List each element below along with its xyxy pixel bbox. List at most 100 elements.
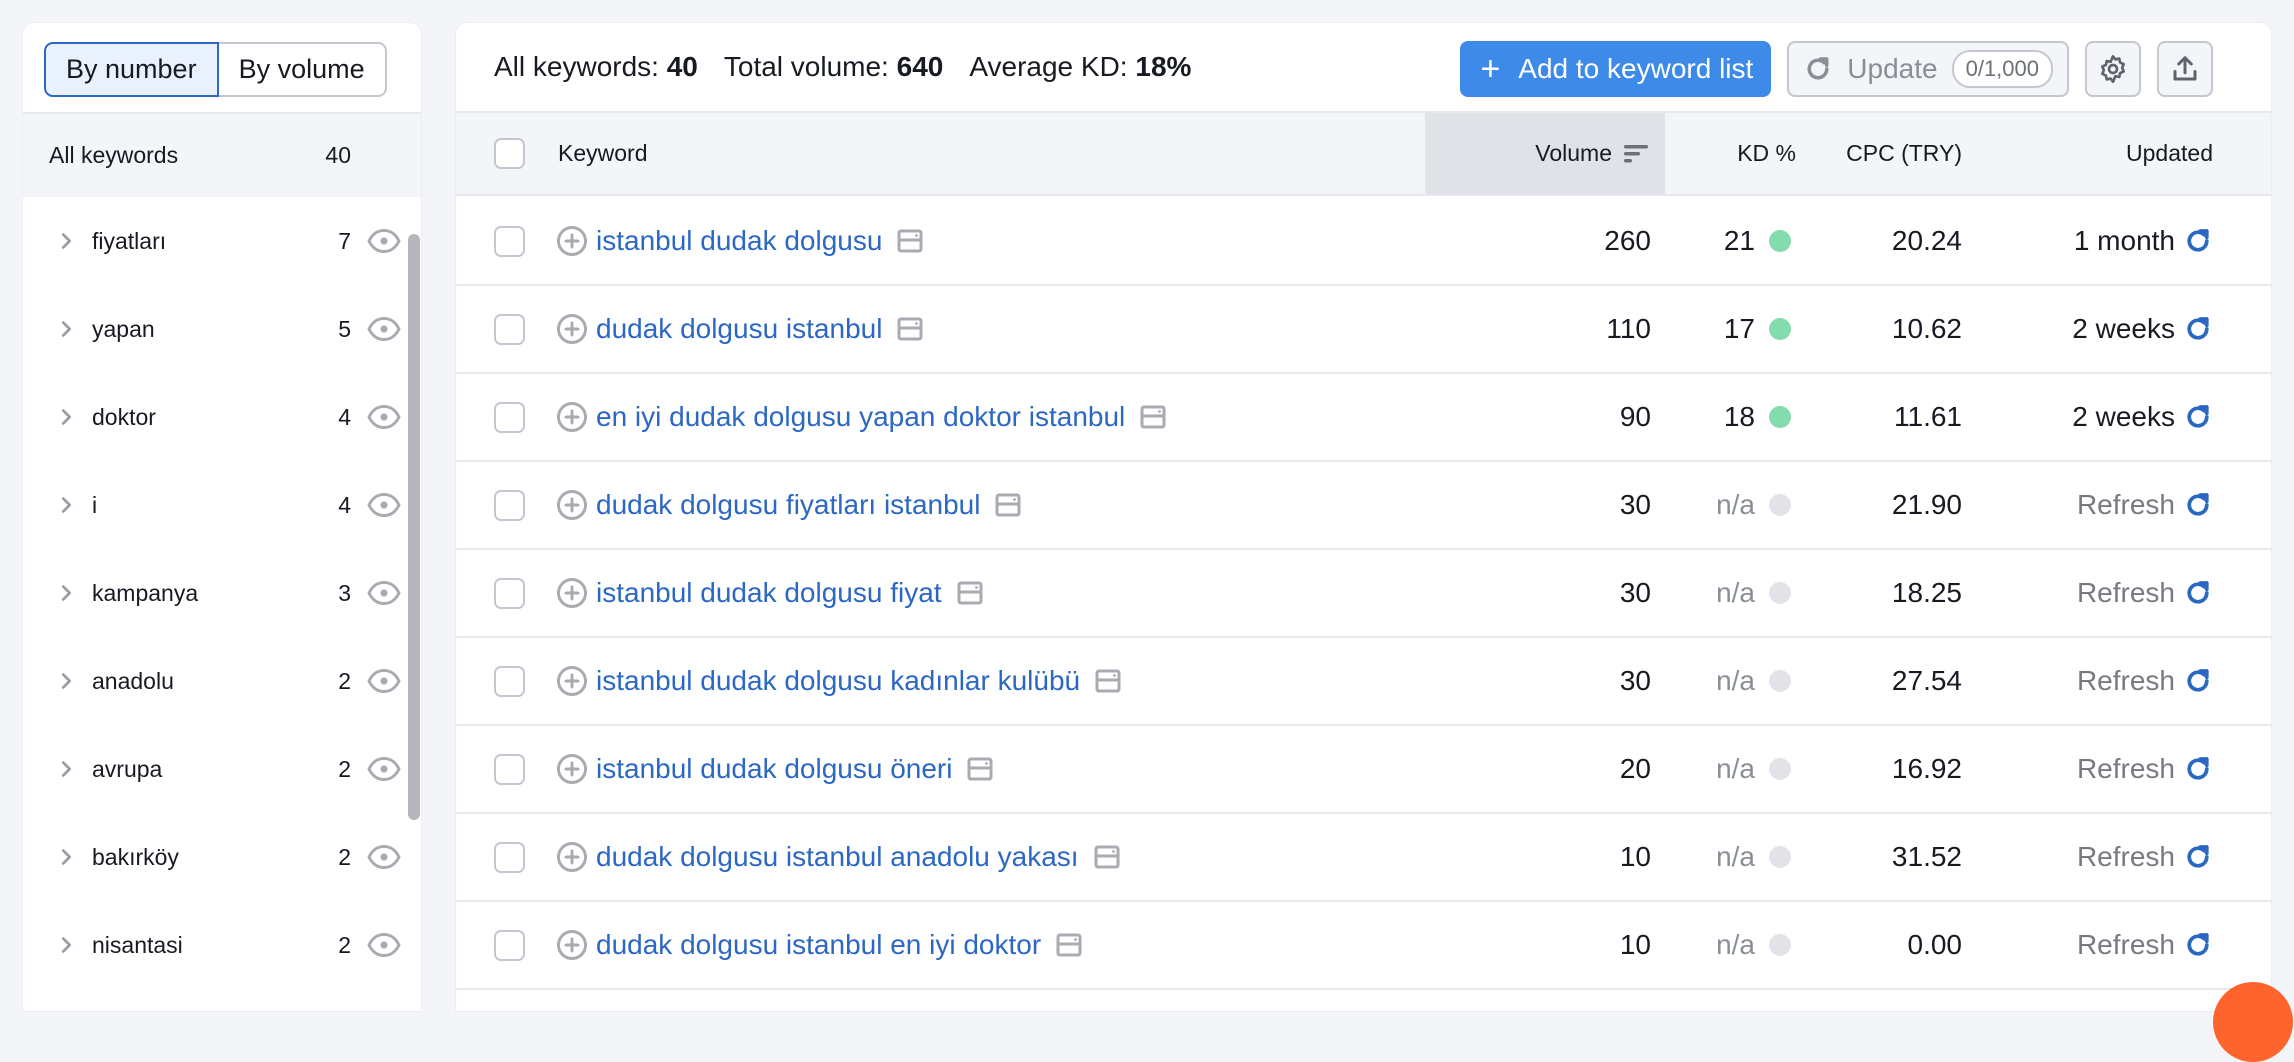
row-checkbox[interactable]: [494, 225, 525, 257]
row-checkbox[interactable]: [494, 753, 525, 785]
refresh-icon[interactable]: [2183, 490, 2213, 520]
refresh-icon[interactable]: [2183, 930, 2213, 960]
by-number-button[interactable]: By number: [44, 42, 219, 97]
updated-cell[interactable]: Refresh: [2077, 726, 2213, 812]
group-row[interactable]: bakırköy 2: [23, 813, 421, 901]
eye-icon[interactable]: [367, 756, 401, 782]
updated-cell[interactable]: Refresh: [2077, 814, 2213, 900]
add-circle-icon[interactable]: [556, 577, 588, 609]
eye-icon[interactable]: [367, 404, 401, 430]
chevron-right-icon[interactable]: [55, 406, 77, 428]
row-checkbox[interactable]: [494, 665, 525, 697]
add-circle-icon[interactable]: [556, 753, 588, 785]
serp-features-icon[interactable]: [896, 227, 924, 255]
updated-cell[interactable]: Refresh: [2077, 550, 2213, 636]
serp-features-icon[interactable]: [1139, 403, 1167, 431]
add-circle-icon[interactable]: [556, 313, 588, 345]
keyword-link[interactable]: dudak dolgusu fiyatları istanbul: [596, 489, 980, 521]
eye-icon[interactable]: [367, 492, 401, 518]
refresh-icon[interactable]: [2183, 754, 2213, 784]
select-all-checkbox[interactable]: [494, 138, 525, 169]
serp-features-icon[interactable]: [994, 491, 1022, 519]
column-cpc[interactable]: CPC (TRY): [1846, 113, 1962, 194]
eye-icon[interactable]: [367, 668, 401, 694]
keyword-link[interactable]: en iyi dudak dolgusu yapan doktor istanb…: [596, 401, 1125, 433]
updated-label[interactable]: Refresh: [2077, 753, 2175, 785]
add-circle-icon[interactable]: [556, 401, 588, 433]
add-circle-icon[interactable]: [556, 489, 588, 521]
group-row[interactable]: doktor 4: [23, 373, 421, 461]
chevron-right-icon[interactable]: [55, 582, 77, 604]
updated-label[interactable]: Refresh: [2077, 929, 2175, 961]
all-keywords-row[interactable]: All keywords 40: [23, 114, 421, 197]
eye-icon[interactable]: [367, 844, 401, 870]
export-button[interactable]: [2157, 41, 2213, 97]
group-list-scrollbar[interactable]: [408, 234, 420, 820]
keyword-link[interactable]: istanbul dudak dolgusu öneri: [596, 753, 952, 785]
updated-cell[interactable]: Refresh: [2077, 462, 2213, 548]
updated-label[interactable]: Refresh: [2077, 577, 2175, 609]
eye-icon[interactable]: [367, 932, 401, 958]
updated-cell[interactable]: Refresh: [2077, 902, 2213, 988]
group-row[interactable]: avrupa 2: [23, 725, 421, 813]
column-volume[interactable]: Volume: [1535, 113, 1648, 194]
add-circle-icon[interactable]: [556, 665, 588, 697]
keyword-link[interactable]: dudak dolgusu istanbul: [596, 313, 882, 345]
updated-label[interactable]: Refresh: [2077, 665, 2175, 697]
refresh-icon[interactable]: [2183, 578, 2213, 608]
chevron-right-icon[interactable]: [55, 846, 77, 868]
add-circle-icon[interactable]: [556, 929, 588, 961]
keyword-link[interactable]: dudak dolgusu istanbul anadolu yakası: [596, 841, 1079, 873]
row-checkbox[interactable]: [494, 401, 525, 433]
serp-features-icon[interactable]: [956, 579, 984, 607]
group-row[interactable]: nisantasi 2: [23, 901, 421, 989]
column-kd[interactable]: KD %: [1737, 113, 1796, 194]
row-checkbox[interactable]: [494, 929, 525, 961]
serp-features-icon[interactable]: [1093, 843, 1121, 871]
column-keyword[interactable]: Keyword: [558, 113, 647, 194]
keyword-link[interactable]: istanbul dudak dolgusu fiyat: [596, 577, 942, 609]
keyword-link[interactable]: dudak dolgusu istanbul en iyi doktor: [596, 929, 1041, 961]
by-volume-button[interactable]: By volume: [218, 42, 387, 97]
refresh-icon[interactable]: [2183, 226, 2213, 256]
group-row[interactable]: anadolu 2: [23, 637, 421, 725]
add-circle-icon[interactable]: [556, 841, 588, 873]
plus-icon: +: [1480, 49, 1501, 88]
update-button[interactable]: Update 0/1,000: [1787, 41, 2069, 97]
add-to-keyword-list-button[interactable]: + Add to keyword list: [1460, 41, 1772, 97]
serp-features-icon[interactable]: [1094, 667, 1122, 695]
refresh-icon[interactable]: [2183, 314, 2213, 344]
chevron-right-icon[interactable]: [55, 758, 77, 780]
chevron-right-icon[interactable]: [55, 494, 77, 516]
keyword-link[interactable]: istanbul dudak dolgusu: [596, 225, 882, 257]
serp-features-icon[interactable]: [896, 315, 924, 343]
row-checkbox[interactable]: [494, 313, 525, 345]
chevron-right-icon[interactable]: [55, 670, 77, 692]
group-row[interactable]: fiyatları 7: [23, 197, 421, 285]
updated-label[interactable]: Refresh: [2077, 489, 2175, 521]
chevron-right-icon[interactable]: [55, 318, 77, 340]
eye-icon[interactable]: [367, 228, 401, 254]
group-row[interactable]: i 4: [23, 461, 421, 549]
group-row[interactable]: kampanya 3: [23, 549, 421, 637]
refresh-icon[interactable]: [2183, 842, 2213, 872]
refresh-icon[interactable]: [2183, 402, 2213, 432]
updated-label[interactable]: Refresh: [2077, 841, 2175, 873]
row-checkbox[interactable]: [494, 489, 525, 521]
serp-features-icon[interactable]: [966, 755, 994, 783]
keyword-link[interactable]: istanbul dudak dolgusu kadınlar kulübü: [596, 665, 1080, 697]
column-updated[interactable]: Updated: [2126, 113, 2213, 194]
refresh-icon[interactable]: [2183, 666, 2213, 696]
serp-features-icon[interactable]: [1055, 931, 1083, 959]
chevron-right-icon[interactable]: [55, 934, 77, 956]
settings-button[interactable]: [2085, 41, 2141, 97]
row-checkbox[interactable]: [494, 577, 525, 609]
add-circle-icon[interactable]: [556, 225, 588, 257]
chevron-right-icon[interactable]: [55, 230, 77, 252]
group-row[interactable]: yapan 5: [23, 285, 421, 373]
eye-icon[interactable]: [367, 316, 401, 342]
updated-cell[interactable]: Refresh: [2077, 638, 2213, 724]
eye-icon[interactable]: [367, 580, 401, 606]
help-widget-button[interactable]: [2213, 982, 2293, 1062]
row-checkbox[interactable]: [494, 841, 525, 873]
